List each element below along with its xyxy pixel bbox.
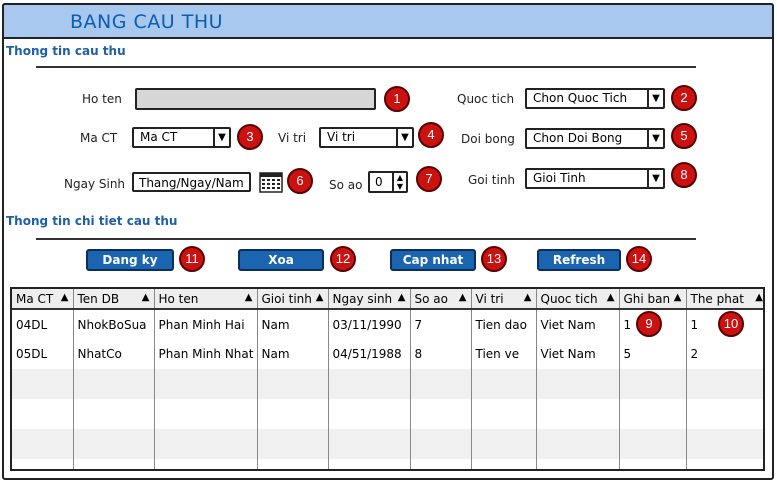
annotation-badge-14: 14 [626, 246, 652, 272]
column-header[interactable]: The phat ▲ [686, 289, 763, 310]
doi-bong-label: Doi bong [461, 132, 515, 146]
sort-up-icon[interactable]: ▲ [755, 292, 763, 303]
gioi-tinh-value: Gioi Tinh [533, 171, 586, 185]
cell: 2 [690, 347, 699, 361]
gioi-tinh-select[interactable]: Gioi Tinh ▼ [525, 168, 665, 189]
chevron-down-icon: ▼ [647, 90, 663, 107]
quoc-tich-label: Quoc tich [457, 92, 515, 106]
cell: Tien dao [471, 309, 537, 339]
sort-up-icon[interactable]: ▲ [607, 292, 615, 303]
table-row-empty [12, 459, 763, 469]
column-header[interactable]: Gioi tinh ▲ [257, 289, 329, 310]
annotation-badge-4: 4 [418, 122, 444, 148]
annotation-badge-2: 2 [671, 85, 697, 111]
cell: Phan Minh Nhat [154, 339, 258, 369]
sort-up-icon[interactable]: ▲ [316, 292, 324, 303]
doi-bong-select[interactable]: Chon Doi Bong ▼ [525, 128, 665, 149]
annotation-badge-5: 5 [671, 123, 697, 149]
column-header[interactable]: So ao ▲ [410, 289, 472, 310]
table-row-empty [12, 429, 763, 459]
annotation-badge-11: 11 [179, 246, 205, 272]
gioi-tinh-label: Goi tinh [468, 173, 516, 187]
table-row-empty [12, 369, 763, 399]
ho-ten-input[interactable] [135, 88, 376, 110]
table-row-empty [12, 399, 763, 429]
ho-ten-label: Ho ten [82, 92, 122, 106]
sort-up-icon[interactable]: ▲ [398, 292, 406, 303]
vi-tri-select[interactable]: Vi tri ▼ [319, 127, 414, 148]
chevron-down-icon: ▼ [647, 170, 663, 187]
cell: 04DL [12, 309, 74, 339]
cell: 05DL [12, 339, 74, 369]
quoc-tich-select[interactable]: Chon Quoc Tich ▼ [525, 88, 665, 109]
annotation-badge-9: 9 [636, 311, 662, 337]
ma-ct-select[interactable]: Ma CT ▼ [132, 127, 231, 148]
cell: Viet Nam [536, 339, 620, 369]
so-ao-label: So ao [329, 178, 363, 192]
column-header[interactable]: Ghi ban ▲ [619, 289, 687, 310]
cell: Tien ve [471, 339, 537, 369]
annotation-badge-6: 6 [287, 168, 313, 194]
cell: Viet Nam [536, 309, 620, 339]
annotation-badge-10: 10 [718, 311, 744, 337]
annotation-badge-13: 13 [481, 246, 507, 272]
xoa-button[interactable]: Xoa [238, 249, 324, 271]
sort-up-icon[interactable]: ▲ [245, 292, 253, 303]
chevron-down-icon: ▼ [647, 130, 663, 147]
cap-nhat-button[interactable]: Cap nhat [390, 249, 476, 271]
sort-up-icon[interactable]: ▲ [674, 292, 682, 303]
title-bar: BANG CAU THU [2, 3, 774, 39]
annotation-badge-1: 1 [384, 86, 410, 112]
sort-up-icon[interactable]: ▲ [524, 292, 532, 303]
annotation-badge-3: 3 [237, 124, 263, 150]
refresh-button[interactable]: Refresh [537, 249, 621, 271]
cell: Nam [257, 309, 329, 339]
so-ao-stepper[interactable]: 0 ▲ ▼ [368, 171, 408, 193]
quoc-tich-value: Chon Quoc Tich [533, 91, 628, 105]
vi-tri-label: Vi tri [278, 131, 307, 145]
annotation-badge-12: 12 [330, 246, 356, 272]
ngay-sinh-label: Ngay Sinh [64, 177, 126, 191]
column-header[interactable]: Ngay sinh ▲ [328, 289, 411, 310]
sort-up-icon[interactable]: ▲ [459, 292, 467, 303]
sort-up-icon[interactable]: ▲ [61, 292, 69, 303]
cell: NhatCo [73, 339, 155, 369]
table-header-row: Ma CT ▲ Ten DB ▲ Ho ten ▲ Gioi tinh ▲ Ngay s… [12, 289, 763, 310]
ma-ct-value: Ma CT [140, 130, 178, 144]
cell: 5 [619, 339, 687, 369]
annotation-badge-7: 7 [416, 166, 442, 192]
ngay-sinh-input[interactable]: Thang/Ngay/Nam [132, 172, 251, 192]
column-header[interactable]: Ho ten ▲ [154, 289, 258, 310]
calendar-icon[interactable] [259, 171, 283, 193]
section-divider [36, 66, 696, 68]
cell: 04/51/1988 [328, 339, 411, 369]
cell: Nam [257, 339, 329, 369]
chevron-down-icon: ▼ [213, 129, 229, 146]
column-header[interactable]: Ten DB ▲ [73, 289, 155, 310]
column-header[interactable]: Vi tri ▲ [471, 289, 537, 310]
chevron-down-icon: ▼ [396, 129, 412, 146]
cell: Phan Minh Hai [154, 309, 258, 339]
cell: 03/11/1990 [328, 309, 411, 339]
section-divider [36, 238, 696, 240]
vi-tri-value: Vi tri [327, 130, 356, 144]
column-header[interactable]: Quoc tich ▲ [536, 289, 620, 310]
section-title-player-info: Thong tin cau thu [6, 44, 126, 58]
cell: NhokBoSua [73, 309, 155, 339]
cell: 8 [410, 339, 472, 369]
ma-ct-label: Ma CT [80, 131, 118, 145]
sort-up-icon[interactable]: ▲ [142, 292, 150, 303]
annotation-badge-8: 8 [671, 162, 697, 188]
window-title: BANG CAU THU [70, 11, 224, 33]
so-ao-value: 0 [375, 175, 383, 189]
section-title-player-details: Thong tin chi tiet cau thu [6, 214, 178, 228]
cell: 7 [410, 309, 472, 339]
column-header[interactable]: Ma CT ▲ [12, 289, 74, 310]
dang-ky-button[interactable]: Dang ky [86, 249, 174, 271]
up-down-arrows-icon[interactable]: ▲ ▼ [392, 173, 406, 191]
doi-bong-value: Chon Doi Bong [533, 131, 623, 145]
table-row[interactable]: 05DL NhatCo Phan Minh Nhat Nam 04/51/198… [12, 339, 763, 369]
